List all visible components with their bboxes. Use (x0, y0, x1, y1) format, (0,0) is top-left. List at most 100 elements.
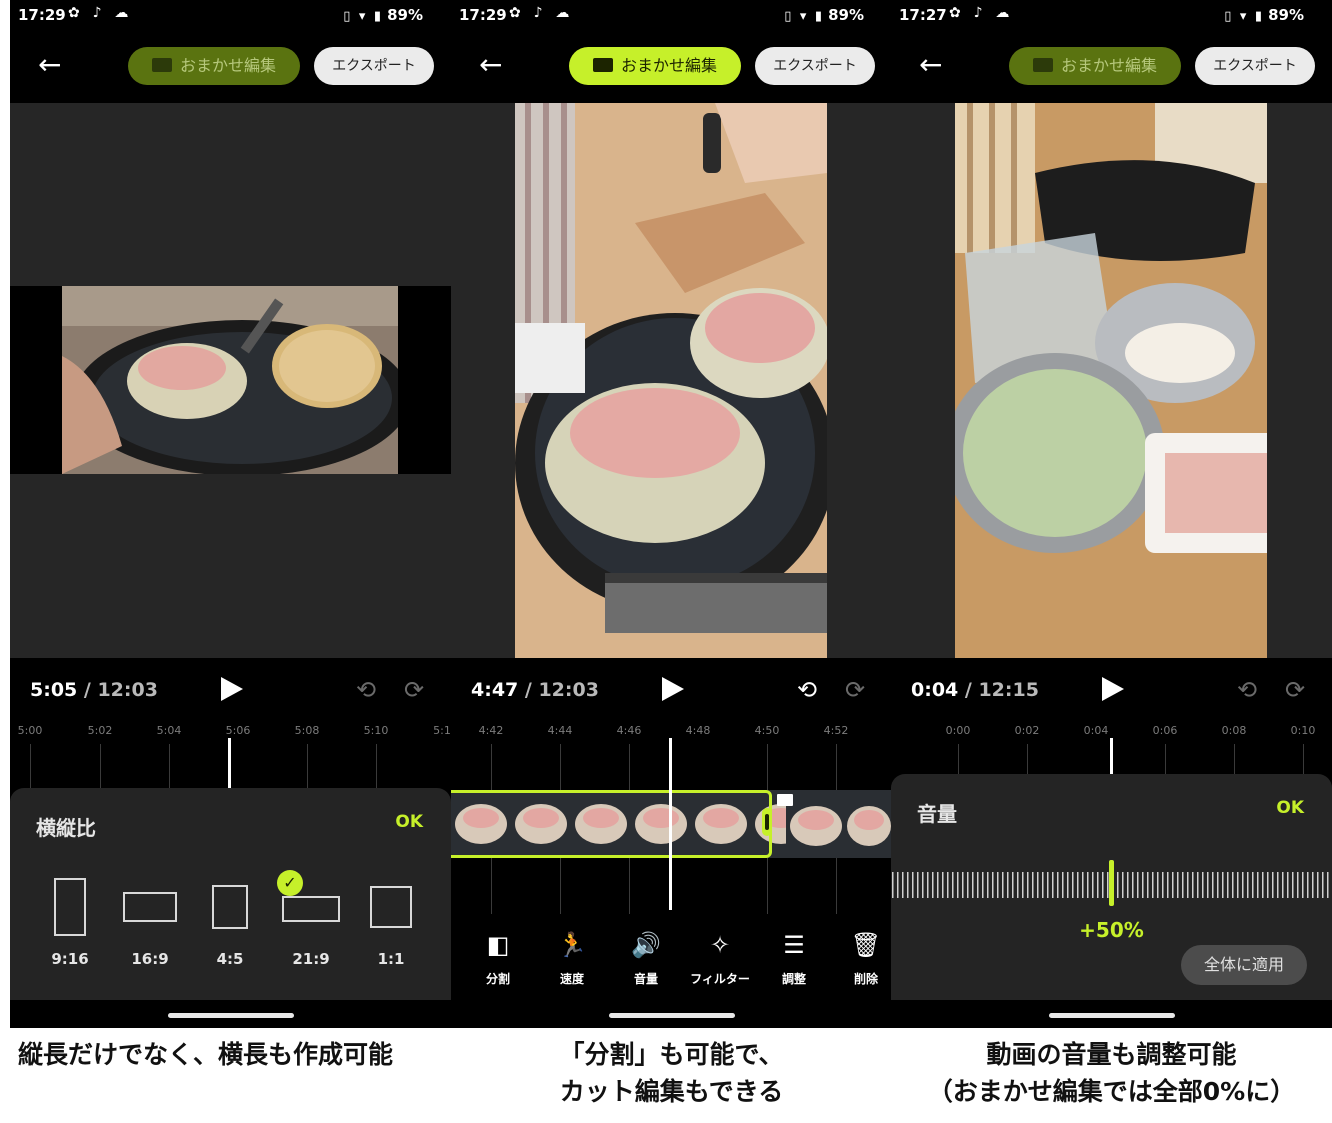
ratio-label: 21:9 (292, 950, 330, 968)
caption-text: （おまかせ編集では全部0%に） (927, 1077, 1296, 1106)
filmstrip-frame (846, 790, 892, 858)
home-indicator[interactable] (609, 1013, 735, 1018)
status-right: ▯ ▾ ▮ 89% (1224, 6, 1304, 24)
battery-level: 89% (828, 6, 864, 24)
video-frame-portrait (515, 103, 827, 658)
battery-level: 89% (1268, 6, 1304, 24)
export-button[interactable]: エクスポート (755, 47, 875, 85)
timecode: 0:04 / 12:15 (911, 679, 1039, 701)
ratio-label: 9:16 (51, 950, 89, 968)
status-app-icons: ✿ ♪ ☁ (68, 5, 133, 21)
speaker-icon: 🔊 (631, 931, 661, 959)
sheet-title: 横縦比 (36, 816, 96, 840)
tick-label: 5:02 (87, 724, 113, 737)
tool-split[interactable]: ◧ 分割 (463, 928, 533, 987)
status-right: ▯ ▾ ▮ 89% (343, 6, 423, 24)
undo-icon[interactable]: ⟲ (797, 676, 817, 704)
redo-icon[interactable]: ⟳ (845, 676, 865, 704)
tool-volume[interactable]: 🔊 音量 (611, 928, 681, 987)
ratio-shape (282, 896, 340, 922)
auto-edit-button[interactable]: おまかせ編集 (569, 47, 741, 85)
tick-label: 5:08 (294, 724, 320, 737)
back-arrow-icon[interactable]: ← (479, 48, 502, 82)
ratio-option-9-16[interactable]: 9:16 (30, 878, 110, 968)
playhead[interactable] (669, 738, 672, 910)
ok-button[interactable]: OK (1276, 798, 1304, 818)
play-icon[interactable] (662, 677, 684, 701)
back-arrow-icon[interactable]: ← (38, 48, 61, 82)
playhead[interactable] (228, 738, 231, 790)
tick-label: 0:06 (1152, 724, 1178, 737)
phone-screen-split: 17:29 ✿ ♪ ☁ ▯ ▾ ▮ 89% ← おまかせ編集 エクスポート 4:… (451, 0, 892, 1028)
ratio-shape (212, 885, 248, 929)
status-time: 17:29 (459, 6, 507, 24)
video-preview[interactable] (451, 103, 892, 658)
timecode: 5:05 / 12:03 (30, 679, 158, 701)
auto-edit-label: おまかせ編集 (1060, 56, 1157, 75)
home-indicator[interactable] (1049, 1013, 1175, 1018)
total-duration: / 12:03 (83, 679, 158, 701)
tick-label: 5:1 (433, 724, 451, 737)
tool-label: フィルター (690, 972, 750, 986)
redo-icon[interactable]: ⟳ (1285, 676, 1305, 704)
auto-edit-button[interactable]: おまかせ編集 (1009, 47, 1181, 85)
timecode: 4:47 / 12:03 (471, 679, 599, 701)
export-button[interactable]: エクスポート (314, 47, 434, 85)
tool-delete[interactable]: 🗑 削除 (831, 928, 892, 987)
trim-handle[interactable] (762, 808, 772, 836)
sheet-title: 音量 (917, 802, 957, 826)
volume-knob[interactable] (1109, 860, 1114, 906)
auto-edit-label: おまかせ編集 (179, 56, 276, 75)
tick-label: 5:00 (17, 724, 43, 737)
undo-icon[interactable]: ⟲ (356, 676, 376, 704)
video-preview[interactable] (10, 103, 451, 658)
status-signal-icons: ▯ ▾ ▮ (1224, 9, 1265, 24)
caption-first: 縦長だけでなく、横長も作成可能 (10, 1036, 451, 1073)
play-icon[interactable] (1102, 677, 1124, 701)
status-app-icons: ✿ ♪ ☁ (509, 5, 574, 21)
ratio-shape (54, 878, 86, 936)
back-arrow-icon[interactable]: ← (919, 48, 942, 82)
video-preview[interactable] (891, 103, 1332, 658)
playback-controls: 5:05 / 12:03 ⟲ ⟳ (10, 658, 451, 718)
tool-speed[interactable]: 🏃 速度 (537, 928, 607, 987)
tick-label: 4:52 (823, 724, 849, 737)
clip-selection[interactable] (451, 790, 772, 858)
tool-filter[interactable]: ✧ フィルター (685, 928, 755, 987)
auto-edit-label: おまかせ編集 (620, 56, 717, 75)
home-indicator[interactable] (168, 1013, 294, 1018)
status-time: 17:29 (18, 6, 66, 24)
total-duration: / 12:15 (964, 679, 1039, 701)
tool-adjust[interactable]: ☰ 調整 (759, 928, 829, 987)
status-signal-icons: ▯ ▾ ▮ (343, 9, 384, 24)
status-time: 17:27 (899, 6, 947, 24)
edit-toolbar: ◧ 分割 🏃 速度 🔊 音量 ✧ フィルター ☰ 調整 🗑 削除 (451, 928, 892, 998)
redo-icon[interactable]: ⟳ (404, 676, 424, 704)
trash-icon: 🗑 (850, 931, 882, 959)
caption-second: 「分割」も可能で、 カット編集もできる (451, 1036, 892, 1110)
running-person-icon: 🏃 (557, 931, 587, 959)
tick-label: 0:02 (1014, 724, 1040, 737)
tool-label: 速度 (559, 972, 584, 986)
apply-all-button[interactable]: 全体に適用 (1181, 945, 1307, 985)
undo-icon[interactable]: ⟲ (1237, 676, 1257, 704)
status-signal-icons: ▯ ▾ ▮ (784, 9, 825, 24)
caption-text: 「分割」も可能で、 (559, 1040, 784, 1069)
tick-label: 4:42 (478, 724, 504, 737)
auto-edit-button[interactable]: おまかせ編集 (128, 47, 300, 85)
current-time: 0:04 (911, 679, 959, 701)
split-icon: ◧ (486, 931, 510, 959)
ratio-option-4-5[interactable]: 4:5 (190, 878, 270, 968)
export-button[interactable]: エクスポート (1195, 47, 1315, 85)
ratio-option-16-9[interactable]: 16:9 (110, 878, 190, 968)
tick-label: 0:08 (1221, 724, 1247, 737)
tick-label: 4:48 (685, 724, 711, 737)
filmstrip-frame (786, 790, 846, 858)
clapperboard-icon (592, 58, 613, 72)
ok-button[interactable]: OK (395, 812, 423, 832)
play-icon[interactable] (221, 677, 243, 701)
ratio-option-1-1[interactable]: 1:1 (351, 878, 431, 968)
playhead[interactable] (1110, 738, 1113, 776)
total-duration: / 12:03 (524, 679, 599, 701)
tool-label: 音量 (633, 972, 658, 986)
